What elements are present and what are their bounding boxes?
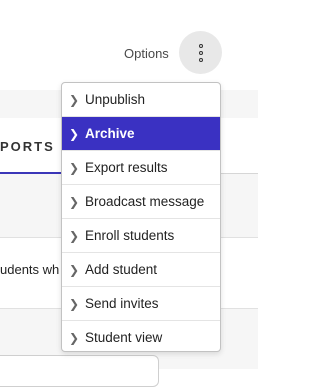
chevron-right-icon: ❯ bbox=[69, 92, 80, 107]
chevron-right-icon: ❯ bbox=[69, 126, 80, 141]
menu-item-label: Send invites bbox=[85, 295, 159, 311]
bottom-field[interactable] bbox=[0, 355, 159, 387]
menu-item-label: Archive bbox=[85, 125, 135, 141]
info-card-text: udents wh bbox=[0, 262, 60, 277]
options-label: Options bbox=[124, 46, 169, 61]
menu-item-label: Add student bbox=[85, 261, 158, 277]
menu-item-student-view[interactable]: ❯ Student view bbox=[62, 321, 220, 351]
menu-item-broadcast-message[interactable]: ❯ Broadcast message bbox=[62, 185, 220, 219]
menu-item-label: Broadcast message bbox=[85, 193, 205, 209]
options-button[interactable] bbox=[179, 31, 222, 74]
menu-item-unpublish[interactable]: ❯ Unpublish bbox=[62, 83, 220, 117]
menu-item-add-student[interactable]: ❯ Add student bbox=[62, 253, 220, 287]
chevron-right-icon: ❯ bbox=[69, 160, 80, 175]
options-dropdown-menu: ❯ Unpublish ❯ Archive ❯ Export results ❯… bbox=[61, 82, 221, 352]
menu-item-send-invites[interactable]: ❯ Send invites bbox=[62, 287, 220, 321]
menu-item-archive[interactable]: ❯ Archive bbox=[62, 117, 220, 151]
more-vertical-icon-dot-1 bbox=[198, 43, 203, 48]
menu-item-enroll-students[interactable]: ❯ Enroll students bbox=[62, 219, 220, 253]
chevron-right-icon: ❯ bbox=[69, 331, 80, 345]
menu-item-label: Export results bbox=[85, 159, 168, 175]
menu-item-export-results[interactable]: ❯ Export results bbox=[62, 151, 220, 185]
menu-item-label: Unpublish bbox=[85, 91, 146, 107]
chevron-right-icon: ❯ bbox=[69, 228, 80, 243]
menu-item-label: Enroll students bbox=[85, 227, 175, 243]
chevron-right-icon: ❯ bbox=[69, 262, 80, 277]
more-vertical-icon-dot-2 bbox=[198, 50, 203, 55]
menu-item-label: Student view bbox=[85, 330, 163, 345]
chevron-right-icon: ❯ bbox=[69, 194, 80, 209]
tab-reports-label: PORTS bbox=[0, 139, 55, 154]
chevron-right-icon: ❯ bbox=[69, 296, 80, 311]
more-vertical-icon-dot-3 bbox=[198, 57, 203, 62]
